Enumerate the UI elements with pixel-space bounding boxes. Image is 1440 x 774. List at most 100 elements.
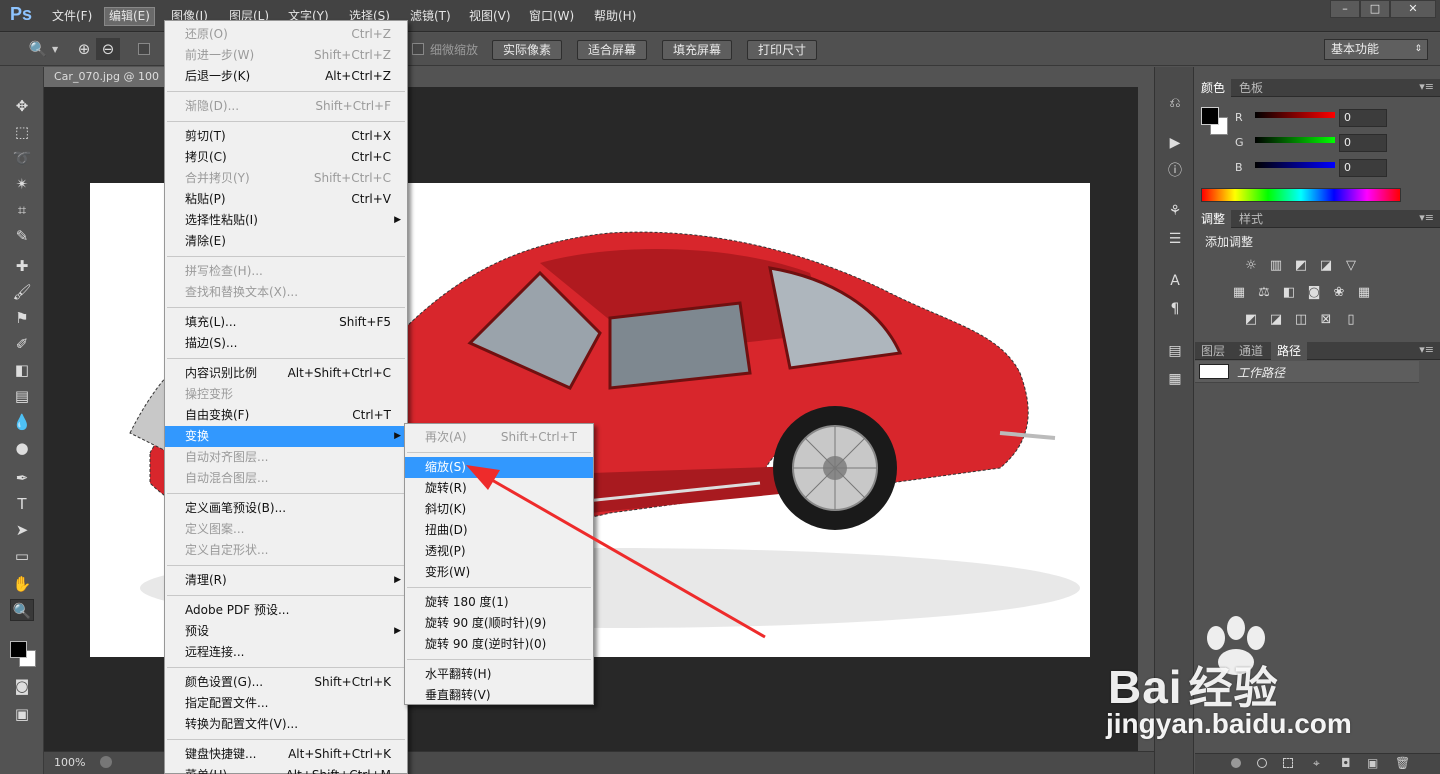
edit_menu-item[interactable]: 拷贝(C) Ctrl+C [165, 147, 407, 168]
brightness-icon[interactable]: ☼ [1242, 258, 1260, 274]
stroke-path-icon[interactable] [1257, 758, 1267, 768]
path-row[interactable]: 工作路径 [1195, 361, 1419, 383]
history-brush-icon[interactable]: ✐ [10, 333, 34, 355]
mask-icon[interactable]: ◘ [1341, 756, 1351, 770]
exposure-icon[interactable]: ◪ [1317, 258, 1335, 274]
vibrance-icon[interactable]: ▽ [1342, 258, 1360, 274]
invert-icon[interactable]: ◩ [1242, 312, 1260, 328]
slider-track-b[interactable] [1255, 162, 1335, 168]
edit_menu-item[interactable]: 转换为配置文件(V)... [165, 714, 407, 735]
info-panel-icon[interactable]: ⓘ [1165, 161, 1185, 181]
threshold-icon[interactable]: ◫ [1292, 312, 1310, 328]
actions-play-icon[interactable]: ▶ [1165, 133, 1185, 153]
fit-screen-button[interactable]: 适合屏幕 [577, 40, 648, 60]
foreground-color-swatch[interactable] [10, 641, 27, 658]
edit_menu-item[interactable]: 预设 ▶ [165, 621, 407, 642]
panel-menu-icon[interactable]: ▾≡ [1419, 80, 1434, 93]
channel-mixer-icon[interactable]: ❀ [1330, 285, 1348, 301]
stamp-tool-icon[interactable]: ⚑ [10, 307, 34, 329]
transform_menu-item[interactable]: 旋转 90 度(顺时针)(9) [405, 613, 593, 634]
zoom-out-icon[interactable]: ⊖ [96, 38, 120, 60]
edit_menu-item[interactable]: 菜单(U)... Alt+Shift+Ctrl+M [165, 765, 407, 774]
resize-windows-checkbox[interactable] [138, 43, 150, 55]
tab-layers[interactable]: 图层 [1195, 342, 1231, 360]
color-spectrum-ramp[interactable] [1201, 188, 1401, 202]
edit_menu-item[interactable]: Adobe PDF 预设... [165, 600, 407, 621]
magic-wand-icon[interactable]: ✴ [10, 173, 34, 195]
transform_menu-item[interactable]: 旋转(R) [405, 478, 593, 499]
dodge-tool-icon[interactable]: ● [10, 437, 34, 459]
edit_menu-item[interactable]: 自由变换(F) Ctrl+T [165, 405, 407, 426]
brush-presets-icon[interactable]: ⚘ [1165, 201, 1185, 221]
curves-icon[interactable]: ◩ [1292, 258, 1310, 274]
levels-icon[interactable]: ▥ [1267, 258, 1285, 274]
photo-filter-icon[interactable]: ◙ [1305, 285, 1323, 301]
edit_menu-item[interactable]: 描边(S)... [165, 333, 407, 354]
lasso-tool-icon[interactable]: ➰ [10, 147, 34, 169]
transform_menu-item[interactable]: 透视(P) [405, 541, 593, 562]
tool-presets-icon[interactable]: ☰ [1165, 229, 1185, 249]
layer-comps-icon[interactable]: ▦ [1165, 369, 1185, 389]
panel-menu-icon[interactable]: ▾≡ [1419, 343, 1434, 356]
channel-value-g[interactable]: 0 [1339, 134, 1387, 152]
healing-brush-icon[interactable]: ✚ [10, 255, 34, 277]
zoom-tool-icon[interactable]: 🔍 [10, 599, 34, 621]
gradient-map-icon[interactable]: ▯ [1342, 312, 1360, 328]
channel-value-r[interactable]: 0 [1339, 109, 1387, 127]
menu-filter[interactable]: 滤镜(T) [406, 7, 455, 26]
transform_menu-item[interactable]: 垂直翻转(V) [405, 685, 593, 706]
path-selection-icon[interactable]: ➤ [10, 519, 34, 541]
quick-mask-icon[interactable]: ◙ [10, 675, 34, 697]
panel-menu-icon[interactable]: ▾≡ [1419, 211, 1434, 224]
eyedropper-icon[interactable]: ✎ [10, 225, 34, 247]
screen-mode-icon[interactable]: ▣ [10, 703, 34, 725]
transform_menu-item[interactable]: 斜切(K) [405, 499, 593, 520]
color-fg-swatch[interactable] [1201, 107, 1219, 125]
scrubby-zoom-checkbox[interactable] [412, 43, 424, 55]
edit_menu-item[interactable]: 粘贴(P) Ctrl+V [165, 189, 407, 210]
maximize-button[interactable]: □ [1360, 0, 1390, 18]
brush-tool-icon[interactable]: 🖌 [10, 281, 34, 303]
tab-paths[interactable]: 路径 [1271, 342, 1308, 360]
tab-adjustments[interactable]: 调整 [1195, 210, 1232, 228]
status-info-icon[interactable] [100, 756, 112, 768]
workspace-select[interactable]: 基本功能 ⇕ [1324, 39, 1428, 60]
print-size-button[interactable]: 打印尺寸 [747, 40, 818, 60]
eraser-tool-icon[interactable]: ◧ [10, 359, 34, 381]
color-lookup-icon[interactable]: ▦ [1355, 285, 1373, 301]
edit_menu-item[interactable]: 剪切(T) Ctrl+X [165, 126, 407, 147]
edit_menu-item[interactable]: 键盘快捷键... Alt+Shift+Ctrl+K [165, 744, 407, 765]
zoom-tool-preset-icon[interactable]: 🔍 [26, 38, 50, 60]
menu-file[interactable]: 文件(F) [48, 7, 96, 26]
transform_menu-item[interactable]: 缩放(S) [405, 457, 593, 478]
edit_menu-item[interactable]: 清理(R) ▶ [165, 570, 407, 591]
load-selection-icon[interactable] [1283, 758, 1293, 768]
crop-tool-icon[interactable]: ⌗ [10, 199, 34, 221]
tab-swatches[interactable]: 色板 [1233, 79, 1269, 97]
selective-color-icon[interactable]: ⊠ [1317, 312, 1335, 328]
edit_menu-item[interactable]: 定义画笔预设(B)... [165, 498, 407, 519]
actual-pixels-button[interactable]: 实际像素 [492, 40, 563, 60]
fill-path-icon[interactable] [1231, 758, 1241, 768]
edit_menu-item[interactable]: 清除(E) [165, 231, 407, 252]
edit_menu-item[interactable]: 指定配置文件... [165, 693, 407, 714]
edit_menu-item[interactable]: 内容识别比例 Alt+Shift+Ctrl+C [165, 363, 407, 384]
path-name[interactable]: 工作路径 [1237, 364, 1285, 381]
slider-track-r[interactable] [1255, 112, 1335, 118]
edit_menu-item[interactable]: 变换 ▶ [165, 426, 407, 447]
history-panel-icon[interactable]: ⎌ [1165, 93, 1185, 113]
hand-tool-icon[interactable]: ✋ [10, 573, 34, 595]
tab-styles[interactable]: 样式 [1233, 210, 1269, 228]
edit_menu-item[interactable]: 颜色设置(G)... Shift+Ctrl+K [165, 672, 407, 693]
transform_menu-item[interactable]: 扭曲(D) [405, 520, 593, 541]
channel-value-b[interactable]: 0 [1339, 159, 1387, 177]
menu-help[interactable]: 帮助(H) [590, 7, 640, 26]
character-panel-icon[interactable]: A [1165, 271, 1185, 291]
posterize-icon[interactable]: ◪ [1267, 312, 1285, 328]
shape-tool-icon[interactable]: ▭ [10, 545, 34, 567]
zoom-level[interactable]: 100% [54, 752, 85, 774]
notes-panel-icon[interactable]: ▤ [1165, 341, 1185, 361]
menu-edit[interactable]: 编辑(E) [104, 7, 155, 26]
hue-saturation-icon[interactable]: ▦ [1230, 285, 1248, 301]
color-balance-icon[interactable]: ⚖ [1255, 285, 1273, 301]
